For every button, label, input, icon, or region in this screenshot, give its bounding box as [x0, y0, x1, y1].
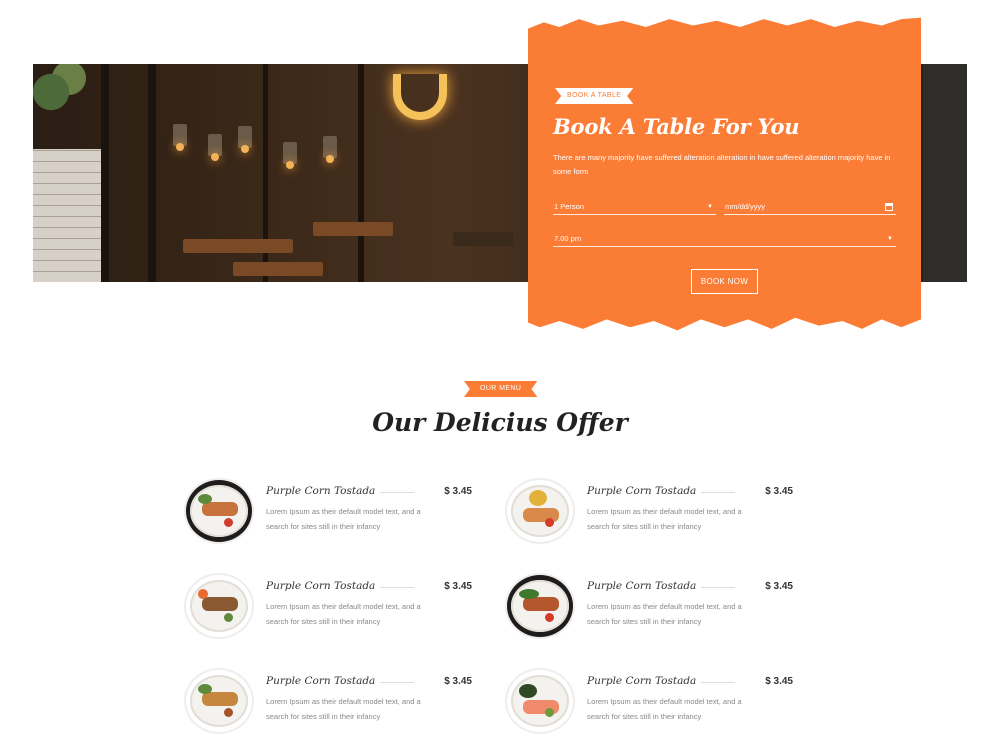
- chevron-down-icon: ▼: [887, 236, 893, 242]
- menu-item[interactable]: Purple Corn Tostada $ 3.45 Lorem Ipsum a…: [184, 478, 474, 548]
- menu-item[interactable]: Purple Corn Tostada $ 3.45 Lorem Ipsum a…: [505, 573, 795, 643]
- dish-description: Lorem Ipsum as their default model text,…: [266, 507, 421, 531]
- booking-tag: Book A Table: [555, 88, 634, 104]
- chevron-down-icon: ▼: [707, 204, 713, 210]
- dish-name: Purple Corn Tostada: [266, 580, 376, 592]
- divider: [380, 587, 414, 588]
- menu-item[interactable]: Purple Corn Tostada $ 3.45 Lorem Ipsum a…: [184, 573, 474, 643]
- dish-description: Lorem Ipsum as their default model text,…: [587, 602, 742, 626]
- booking-card: Book A Table Book A Table For You There …: [528, 17, 921, 331]
- divider: [380, 492, 414, 493]
- dish-name: Purple Corn Tostada: [587, 675, 697, 687]
- dish-price: $ 3.45: [444, 676, 472, 687]
- dish-image: [184, 478, 254, 544]
- date-input[interactable]: mm/dd/yyyy: [724, 201, 896, 215]
- divider: [380, 682, 414, 683]
- dish-image: [505, 573, 575, 639]
- dish-name: Purple Corn Tostada: [587, 485, 697, 497]
- menu-item[interactable]: Purple Corn Tostada $ 3.45 Lorem Ipsum a…: [505, 668, 795, 738]
- dish-price: $ 3.45: [765, 486, 793, 497]
- person-select[interactable]: 1 Person ▼: [553, 201, 716, 215]
- date-input-placeholder: mm/dd/yyyy: [725, 202, 766, 211]
- menu-title: Our Delicius Offer: [372, 408, 628, 437]
- dish-image: [505, 478, 575, 544]
- calendar-icon[interactable]: [885, 203, 893, 211]
- divider: [701, 682, 735, 683]
- divider: [701, 587, 735, 588]
- dish-image: [184, 573, 254, 639]
- dish-price: $ 3.45: [765, 676, 793, 687]
- dish-name: Purple Corn Tostada: [266, 675, 376, 687]
- dish-image: [505, 668, 575, 734]
- menu-tag: Our Menu: [464, 381, 538, 397]
- time-select-value: 7.00 pm: [554, 234, 582, 243]
- dish-price: $ 3.45: [444, 486, 472, 497]
- booking-description: There are many majority have suffered al…: [553, 153, 891, 176]
- dish-image: [184, 668, 254, 734]
- dish-description: Lorem Ipsum as their default model text,…: [266, 697, 421, 721]
- dish-name: Purple Corn Tostada: [587, 580, 697, 592]
- divider: [701, 492, 735, 493]
- dish-description: Lorem Ipsum as their default model text,…: [587, 507, 742, 531]
- menu-item[interactable]: Purple Corn Tostada $ 3.45 Lorem Ipsum a…: [184, 668, 474, 738]
- menu-item[interactable]: Purple Corn Tostada $ 3.45 Lorem Ipsum a…: [505, 478, 795, 548]
- booking-title: Book A Table For You: [553, 114, 800, 139]
- dish-price: $ 3.45: [444, 581, 472, 592]
- book-now-button[interactable]: Book Now: [691, 269, 758, 294]
- person-select-value: 1 Person: [554, 202, 585, 211]
- dish-name: Purple Corn Tostada: [266, 485, 376, 497]
- dish-description: Lorem Ipsum as their default model text,…: [587, 697, 742, 721]
- time-select[interactable]: 7.00 pm ▼: [553, 233, 896, 247]
- dish-description: Lorem Ipsum as their default model text,…: [266, 602, 421, 626]
- dish-price: $ 3.45: [765, 581, 793, 592]
